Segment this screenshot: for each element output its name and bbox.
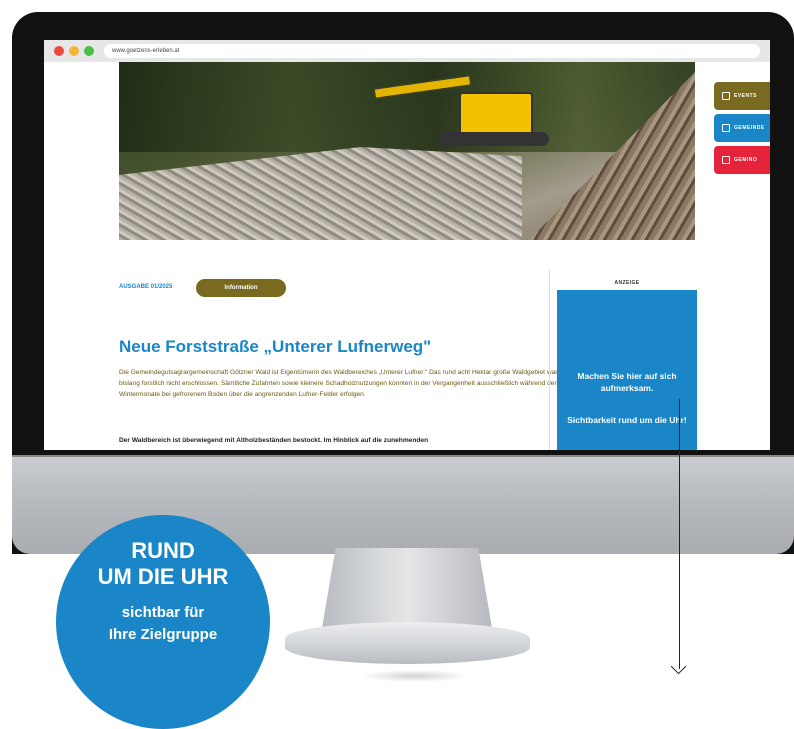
pointer-arrow [679, 399, 680, 669]
side-tab-label: EVENTS [734, 93, 758, 99]
excavator-track [439, 132, 549, 146]
badge-line: sichtbar für [121, 604, 205, 621]
window-close-dot[interactable] [54, 46, 64, 56]
hero-image [119, 62, 695, 240]
article-paragraph: Die Gemeindegutsagrargemeinschaft Götzne… [119, 369, 558, 398]
side-tab-gemino[interactable]: GEMINO [714, 146, 770, 174]
phone-icon [722, 156, 730, 164]
gravel-road [119, 147, 523, 240]
column-divider [549, 270, 550, 450]
excavator [459, 92, 533, 136]
stand-shadow [360, 670, 470, 682]
badge-line: Ihre Zielgruppe [108, 626, 218, 643]
town-hall-icon [722, 124, 730, 132]
ad-label: ANZEIGE [614, 280, 640, 286]
side-tab-gemeinde[interactable]: GEMEINDE [714, 114, 770, 142]
promo-badge: RUND UM DIE UHR sichtbar für Ihre Zielgr… [56, 515, 270, 729]
ad-text-secondary: Sichtbarkeit rund um die Uhr! [567, 415, 687, 425]
category-button[interactable]: Information [196, 279, 286, 297]
article-paragraph: Der Waldbereich ist überwiegend mit Alth… [119, 437, 429, 444]
window-zoom-dot[interactable] [84, 46, 94, 56]
arrow-down-icon [670, 658, 687, 675]
side-tab-events[interactable]: EVENTS [714, 82, 770, 110]
issue-label: AUSGABE 01/2025 [119, 284, 173, 290]
monitor-screen: www.goetzens-erleben.at EVENTS GEMEINDE … [44, 40, 770, 450]
ad-text-primary: Machen Sie hier auf sich aufmerksam. [577, 371, 677, 393]
browser-toolbar: www.goetzens-erleben.at [44, 40, 770, 62]
monitor-stand-base [285, 622, 530, 664]
side-tab-label: GEMINO [734, 157, 758, 163]
window-minimize-dot[interactable] [69, 46, 79, 56]
side-tab-label: GEMEINDE [734, 125, 765, 131]
article-title: Neue Forststraße „Unterer Lufnerweg" [119, 337, 432, 356]
forest-background [119, 62, 695, 152]
address-bar[interactable]: www.goetzens-erleben.at [104, 44, 760, 58]
monitor-stand [322, 548, 492, 628]
calendar-icon [722, 92, 730, 100]
badge-line: RUND [131, 538, 195, 563]
badge-line: UM DIE UHR [97, 564, 229, 589]
